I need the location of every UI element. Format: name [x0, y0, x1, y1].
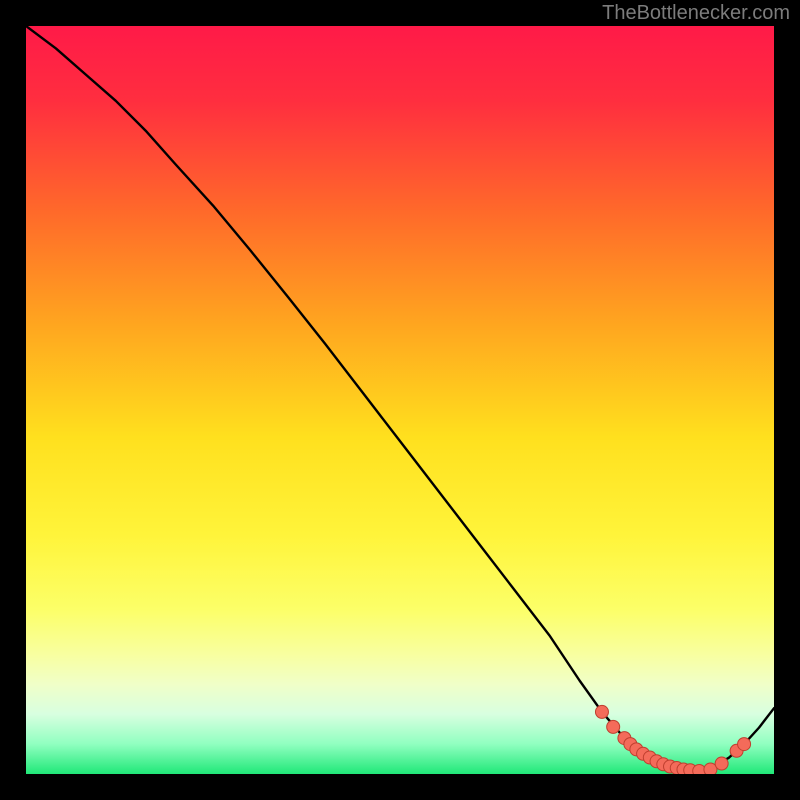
credit-label: TheBottlenecker.com	[602, 2, 790, 25]
data-marker	[595, 705, 608, 718]
data-marker	[607, 720, 620, 733]
data-marker	[738, 738, 751, 751]
chart-frame: TheBottlenecker.com	[0, 0, 800, 800]
data-marker	[715, 757, 728, 770]
bottleneck-chart	[26, 26, 774, 774]
gradient-bg	[26, 26, 774, 774]
